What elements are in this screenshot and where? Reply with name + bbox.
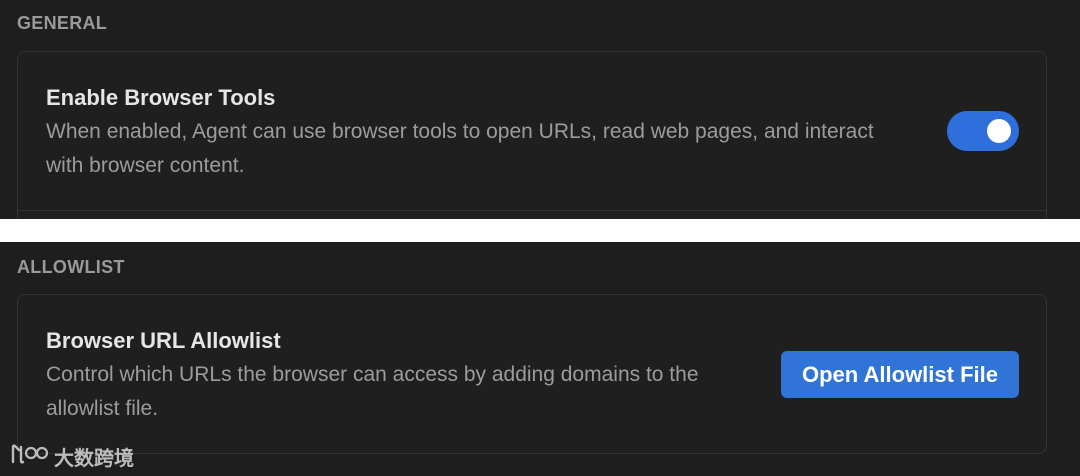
watermark: 大数跨境	[10, 441, 134, 471]
browser-tools-toggle[interactable]	[947, 111, 1019, 151]
open-allowlist-file-button[interactable]: Open Allowlist File	[781, 351, 1019, 398]
card-divider	[18, 210, 1046, 211]
allowlist-settings-panel: ALLOWLIST Browser URL Allowlist Control …	[0, 242, 1080, 476]
setting-title-url-allowlist: Browser URL Allowlist	[46, 328, 281, 353]
settings-card-allowlist: Browser URL Allowlist Control which URLs…	[17, 294, 1047, 454]
setting-description-url-allowlist: Control which URLs the browser can acces…	[46, 363, 699, 420]
setting-description-browser-tools: When enabled, Agent can use browser tool…	[46, 120, 874, 177]
settings-card-general: Enable Browser Tools When enabled, Agent…	[17, 51, 1047, 219]
watermark-text: 大数跨境	[54, 445, 134, 470]
brand-logo-icon	[10, 442, 49, 471]
section-header-general: GENERAL	[17, 13, 108, 33]
setting-title-browser-tools: Enable Browser Tools	[46, 85, 276, 110]
section-header-allowlist: ALLOWLIST	[17, 257, 125, 277]
general-settings-panel: GENERAL Enable Browser Tools When enable…	[0, 0, 1080, 219]
toggle-knob	[987, 119, 1011, 143]
